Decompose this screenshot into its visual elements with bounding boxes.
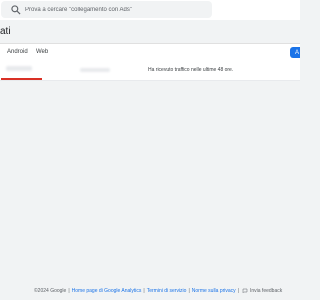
redacted-stream-name <box>6 66 32 71</box>
footer-copyright: ©2024 Google <box>34 288 67 294</box>
page-title: ati <box>0 26 11 37</box>
add-stream-button[interactable]: A <box>290 47 300 58</box>
platform-tabs: Android Web A <box>0 43 300 63</box>
tab-web[interactable]: Web <box>36 49 48 55</box>
footer-link-terms[interactable]: Termini di servizio <box>147 288 187 294</box>
stream-status: Ha ricevuto traffico nelle ultime 48 ore… <box>148 67 234 73</box>
tab-android[interactable]: Android <box>7 49 28 55</box>
search-icon <box>11 4 21 14</box>
top-bar <box>0 0 300 20</box>
search-input[interactable] <box>23 6 205 13</box>
feedback-link[interactable]: Invia feedback <box>250 288 282 294</box>
stream-name-underline <box>1 78 42 80</box>
table-row[interactable]: Ha ricevuto traffico nelle ultime 48 ore… <box>0 61 300 81</box>
search-bar[interactable] <box>1 1 212 18</box>
footer-link-analytics-home[interactable]: Home page di Google Analytics <box>72 288 142 294</box>
footer: ©2024 Google | Home page di Google Analy… <box>34 288 283 294</box>
footer-link-privacy[interactable]: Norme sulla privacy <box>192 288 236 294</box>
feedback-icon[interactable] <box>242 288 248 294</box>
redacted-stream-id <box>80 68 110 72</box>
